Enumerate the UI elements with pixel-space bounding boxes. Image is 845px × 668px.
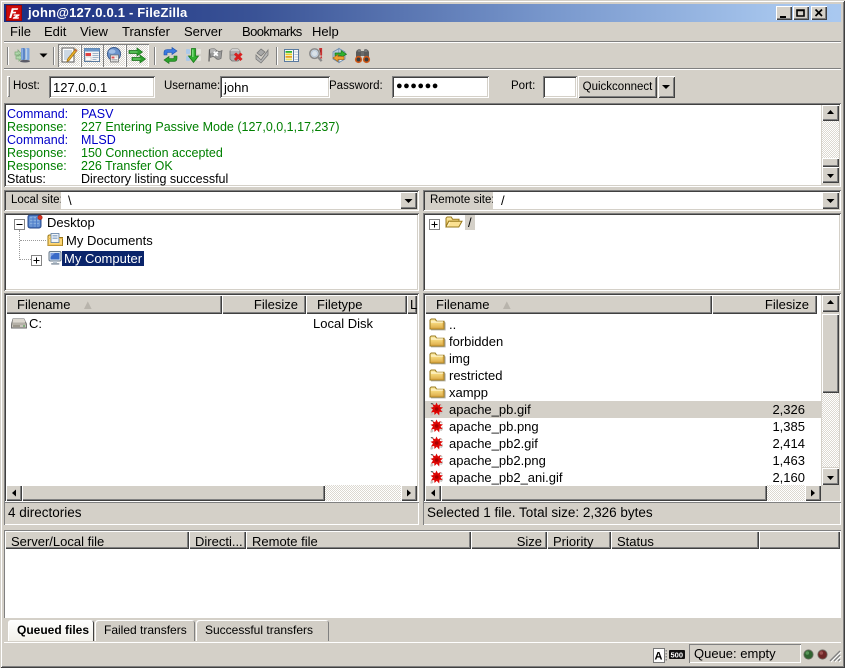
svg-text:A: A [655, 651, 663, 663]
svg-text:500: 500 [671, 651, 684, 660]
